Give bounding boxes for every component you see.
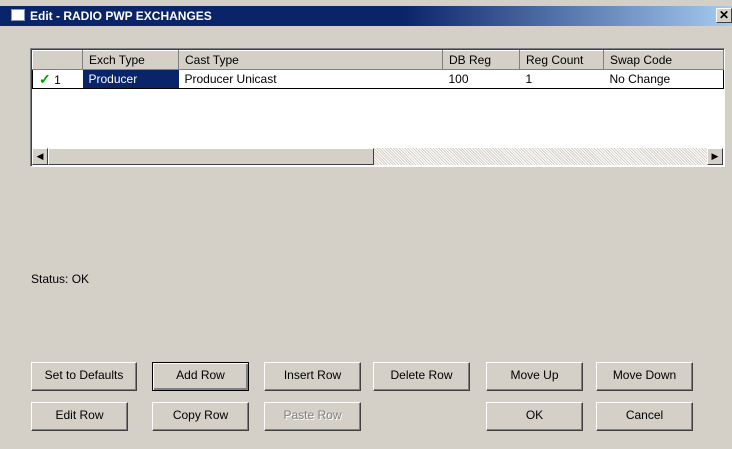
edit-row-button[interactable]: Edit Row [31,402,128,431]
set-defaults-button[interactable]: Set to Defaults [31,362,137,391]
cell-reg-count[interactable]: 1 [519,69,604,89]
column-header-exch-type[interactable]: Exch Type [82,50,179,70]
exchanges-table: Exch Type Cast Type DB Reg Reg Count Swa… [32,50,724,89]
table-row[interactable]: ✓ 1 Producer Producer Unicast 100 1 No C… [32,69,724,89]
status-text: Status: OK [31,272,90,286]
close-button[interactable]: ✕ [716,8,732,23]
move-down-button[interactable]: Move Down [596,362,693,391]
title-bar: Edit - RADIO PWP EXCHANGES ✕ [0,6,732,26]
move-up-button[interactable]: Move Up [486,362,583,391]
insert-row-button[interactable]: Insert Row [264,362,361,391]
scrollbar-thumb[interactable] [48,148,374,165]
ok-button[interactable]: OK [486,402,583,431]
column-header-cast-type[interactable]: Cast Type [178,50,443,70]
exchanges-grid[interactable]: Exch Type Cast Type DB Reg Reg Count Swa… [30,48,725,167]
horizontal-scrollbar[interactable]: ◀ ▶ [32,148,723,165]
scroll-right-icon[interactable]: ▶ [707,148,723,165]
column-header-db-reg[interactable]: DB Reg [442,50,520,70]
window-title: Edit - RADIO PWP EXCHANGES [30,9,212,23]
cell-swap-code[interactable]: No Change [603,69,724,89]
row-index: 1 [54,72,61,87]
row-indicator[interactable]: ✓ 1 [32,69,83,89]
paste-row-button[interactable]: Paste Row [264,402,361,431]
column-header-row-indicator[interactable] [32,50,83,70]
column-header-swap-code[interactable]: Swap Code [603,50,724,70]
cell-exch-type[interactable]: Producer [82,69,179,89]
delete-row-button[interactable]: Delete Row [373,362,470,391]
cancel-button[interactable]: Cancel [596,402,693,431]
check-icon: ✓ [39,70,51,87]
copy-row-button[interactable]: Copy Row [152,402,249,431]
cell-cast-type[interactable]: Producer Unicast [178,69,443,89]
column-header-reg-count[interactable]: Reg Count [519,50,604,70]
scroll-left-icon[interactable]: ◀ [32,148,48,165]
edit-dialog: Edit - RADIO PWP EXCHANGES ✕ Exch Type C… [0,0,732,449]
window-icon [11,9,25,21]
cell-db-reg[interactable]: 100 [442,69,520,89]
add-row-button[interactable]: Add Row [152,362,249,391]
